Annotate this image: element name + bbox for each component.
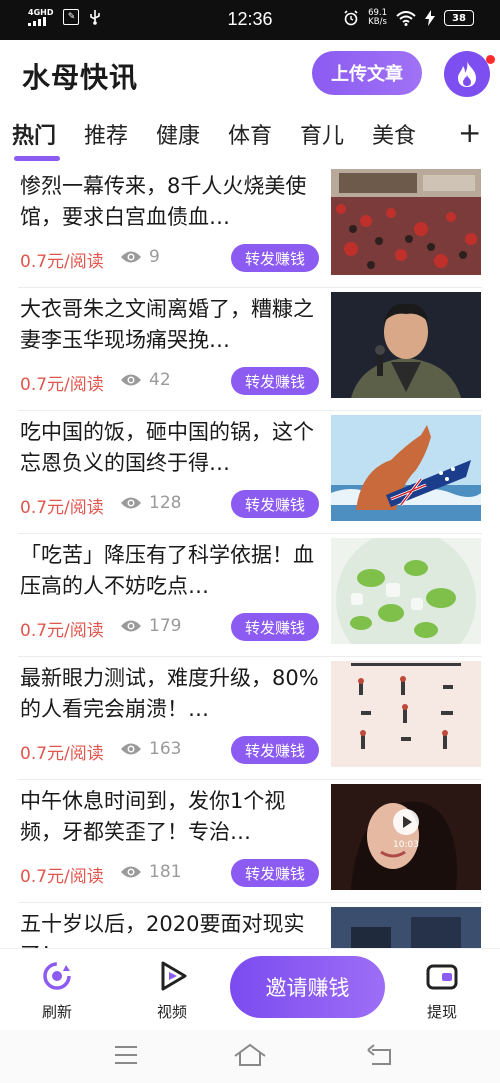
tab-recommend[interactable]: 推荐 (84, 118, 128, 150)
video-play-icon (161, 961, 187, 991)
bottom-navigation: 刷新 视频 邀请赚钱 提现 (0, 948, 500, 1031)
invite-earn-button[interactable]: 邀请赚钱 (230, 956, 385, 1018)
speed-unit: KB/s (368, 17, 387, 27)
reward-rate: 0.7元/阅读 (20, 621, 104, 641)
news-thumbnail[interactable] (331, 169, 481, 275)
app-title: 水母快讯 (22, 61, 139, 94)
news-title[interactable]: 惨烈一幕传来，8千人火烧美使馆，要求白宫血债血… (20, 171, 320, 233)
view-count: 128 (149, 493, 182, 513)
notification-dot (486, 55, 495, 64)
battery-level: 38 (444, 10, 474, 26)
view-count: 163 (149, 739, 182, 759)
nav-withdraw-label: 提现 (426, 1003, 457, 1021)
nav-withdraw[interactable]: 提现 (412, 959, 472, 1022)
tab-health[interactable]: 健康 (156, 118, 200, 150)
news-title[interactable]: 「吃苦」降压有了科学依据！血压高的人不妨吃点… (20, 540, 320, 602)
share-earn-button[interactable]: 转发赚钱 (231, 490, 319, 518)
tab-parenting[interactable]: 育儿 (300, 118, 344, 150)
news-title[interactable]: 五十岁以后，2020要面对现实了！ (20, 909, 320, 948)
reward-rate: 0.7元/阅读 (20, 498, 104, 518)
reward-rate: 0.7元/阅读 (20, 252, 104, 272)
nav-refresh[interactable]: 刷新 (27, 959, 87, 1022)
building-photo (331, 907, 481, 948)
view-count: 42 (149, 370, 171, 390)
news-thumbnail[interactable] (331, 907, 481, 948)
share-earn-button[interactable]: 转发赚钱 (231, 367, 319, 395)
play-icon[interactable] (392, 808, 420, 836)
news-card[interactable]: 五十岁以后，2020要面对现实了！ (0, 903, 500, 948)
video-thumbnail[interactable]: 10:03 (331, 784, 481, 890)
news-thumbnail[interactable] (331, 661, 481, 767)
reward-rate: 0.7元/阅读 (20, 375, 104, 395)
eye-icon (121, 743, 141, 755)
upload-article-button[interactable]: 上传文章 (312, 51, 422, 95)
nav-refresh-label: 刷新 (41, 1003, 72, 1021)
add-tab-button[interactable]: + (458, 116, 481, 149)
flame-icon (458, 61, 476, 87)
active-tab-indicator (14, 156, 60, 161)
back-icon[interactable] (366, 1044, 394, 1066)
share-earn-button[interactable]: 转发赚钱 (231, 613, 319, 641)
alarm-icon (344, 10, 358, 26)
news-card[interactable]: 中午休息时间到，发你1个视频，牙都笑歪了！专治… 0.7元/阅读 181 转发赚… (0, 780, 500, 903)
eye-icon (121, 251, 141, 263)
tab-hot[interactable]: 热门 (12, 118, 56, 150)
view-count: 179 (149, 616, 182, 636)
news-card[interactable]: 大衣哥朱之文闹离婚了，糟糠之妻李玉华现场痛哭挽… 0.7元/阅读 42 转发赚钱 (0, 288, 500, 411)
home-icon[interactable] (233, 1042, 267, 1068)
eye-icon (121, 374, 141, 386)
eye-icon (121, 497, 141, 509)
news-title[interactable]: 中午休息时间到，发你1个视频，牙都笑歪了！专治… (20, 786, 320, 848)
system-navigation-bar (0, 1030, 500, 1083)
woman-photo (331, 784, 481, 890)
news-thumbnail[interactable] (331, 538, 481, 644)
news-card[interactable]: 最新眼力测试，难度升级，80%的人看完会崩溃！… 0.7元/阅读 163 转发赚… (0, 657, 500, 780)
app-header: 水母快讯 上传文章 (0, 40, 500, 110)
eye-icon (121, 866, 141, 878)
share-earn-button[interactable]: 转发赚钱 (231, 736, 319, 764)
status-bar: 4GHD ✎ 12:36 69.1 KB/s 38 (0, 0, 500, 40)
news-title[interactable]: 最新眼力测试，难度升级，80%的人看完会崩溃！… (20, 663, 320, 725)
view-count: 181 (149, 862, 182, 882)
kangaroo-illustration (331, 415, 481, 521)
view-count: 9 (149, 247, 160, 267)
reward-rate: 0.7元/阅读 (20, 744, 104, 764)
tab-sports[interactable]: 体育 (228, 118, 272, 150)
hot-button[interactable] (444, 51, 490, 97)
category-tabs: 热门 推荐 健康 体育 育儿 美食 + (0, 110, 500, 165)
tab-food[interactable]: 美食 (372, 118, 416, 150)
reward-rate: 0.7元/阅读 (20, 867, 104, 887)
drink-photo (331, 538, 481, 644)
news-card[interactable]: 「吃苦」降压有了科学依据！血压高的人不妨吃点… 0.7元/阅读 179 转发赚钱 (0, 534, 500, 657)
crowd-photo (331, 169, 481, 275)
nav-video-label: 视频 (156, 1003, 187, 1021)
singer-photo (331, 292, 481, 398)
news-thumbnail[interactable] (331, 415, 481, 521)
news-feed[interactable]: 惨烈一幕传来，8千人火烧美使馆，要求白宫血债血… 0.7元/阅读 9 转发赚钱 … (0, 165, 500, 948)
wallet-icon (426, 964, 458, 990)
news-thumbnail[interactable] (331, 292, 481, 398)
menu-icon[interactable] (113, 1044, 139, 1066)
refresh-icon (43, 962, 71, 990)
network-speed: 69.1 KB/s (368, 9, 387, 27)
news-card[interactable]: 吃中国的饭，砸中国的锅，这个忘恩负义的国终于得… 0.7元/阅读 128 转发赚… (0, 411, 500, 534)
status-right: 69.1 KB/s 38 (343, 9, 474, 27)
news-title[interactable]: 吃中国的饭，砸中国的锅，这个忘恩负义的国终于得… (20, 417, 320, 479)
charging-icon (425, 10, 435, 26)
eye-icon (121, 620, 141, 632)
share-earn-button[interactable]: 转发赚钱 (231, 859, 319, 887)
wifi-icon (396, 10, 416, 26)
news-title[interactable]: 大衣哥朱之文闹离婚了，糟糠之妻李玉华现场痛哭挽… (20, 294, 320, 356)
eye-test-image (331, 661, 481, 767)
nav-video[interactable]: 视频 (142, 959, 202, 1022)
news-card[interactable]: 惨烈一幕传来，8千人火烧美使馆，要求白宫血债血… 0.7元/阅读 9 转发赚钱 (0, 165, 500, 288)
share-earn-button[interactable]: 转发赚钱 (231, 244, 319, 272)
video-duration: 10:03 (393, 840, 419, 850)
